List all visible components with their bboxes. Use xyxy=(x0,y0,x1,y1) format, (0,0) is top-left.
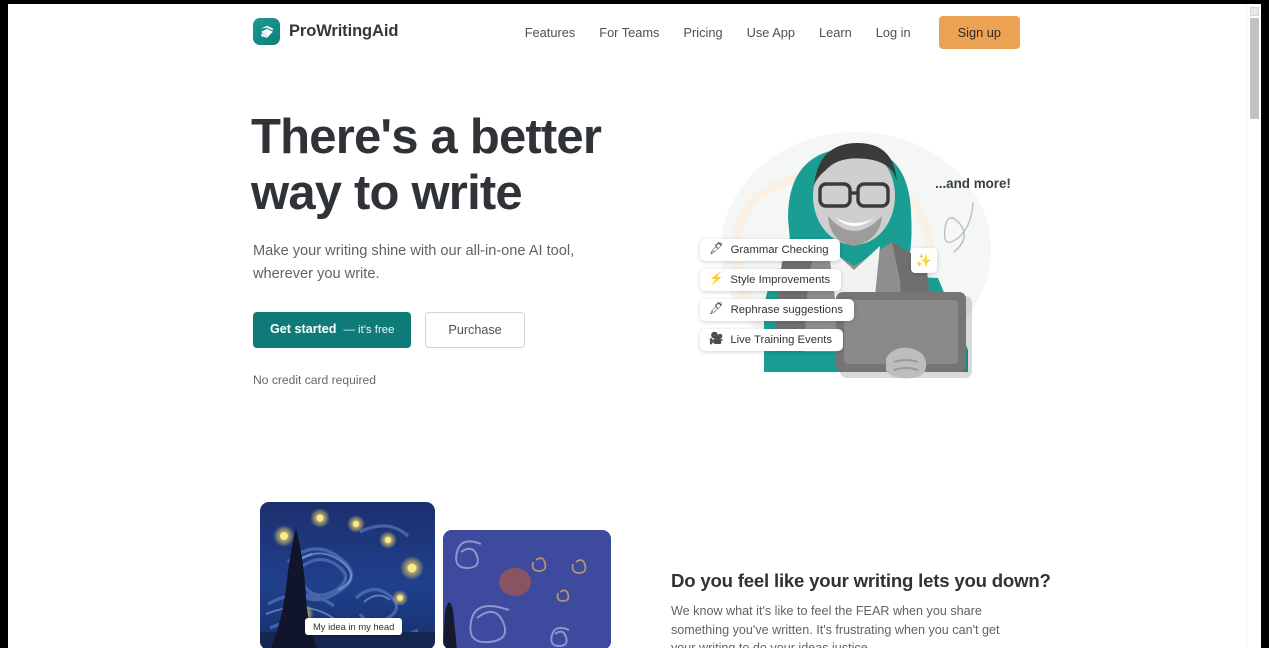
hero-illustration: ...and more! ✨ 🖋 Grammar Checking ⚡ Styl… xyxy=(668,100,1028,400)
main-navigation: Features For Teams Pricing Use App Learn… xyxy=(513,4,1020,60)
and-more-callout: ...and more! xyxy=(935,176,1011,191)
browser-window-frame: ProWritingAid Features For Teams Pricing… xyxy=(0,0,1269,648)
section-body: We know what it's like to feel the FEAR … xyxy=(671,604,1000,648)
section-heading: Do you feel like your writing lets you d… xyxy=(671,570,1051,591)
video-camera-icon: 🎥 xyxy=(709,333,724,346)
nav-log-in[interactable]: Log in xyxy=(864,19,923,46)
nav-learn[interactable]: Learn xyxy=(807,19,864,46)
get-started-button[interactable]: Get started — it's free xyxy=(253,312,412,348)
sparkle-icon: ✨ xyxy=(911,248,937,273)
nav-for-teams[interactable]: For Teams xyxy=(587,19,671,46)
browser-viewport: ProWritingAid Features For Teams Pricing… xyxy=(8,4,1261,648)
lightning-bolt-icon: ⚡ xyxy=(709,273,724,286)
feature-chip-label: Grammar Checking xyxy=(730,244,829,256)
purchase-button[interactable]: Purchase xyxy=(425,312,525,348)
scrollbar-thumb[interactable] xyxy=(1250,18,1259,119)
feature-chip-rephrase-suggestions: 🖊 Rephrase suggestions xyxy=(700,299,855,321)
feature-chip-live-training-events: 🎥 Live Training Events xyxy=(700,329,844,351)
get-started-suffix: — it's free xyxy=(343,324,395,336)
prowritingaid-logo-icon xyxy=(253,18,280,45)
artwork-comparison-cards: My idea in my head xyxy=(260,502,611,648)
magic-wand-icon: 🖊 xyxy=(709,303,724,316)
vertical-scrollbar[interactable] xyxy=(1246,4,1261,648)
scrollbar-up-arrow-icon[interactable] xyxy=(1250,7,1259,16)
feather-pen-icon: 🖋 xyxy=(709,243,724,256)
hero-headline: There's a better way to write xyxy=(251,110,602,220)
hero-subtext: Make your writing shine with our all-in-… xyxy=(253,243,575,282)
feature-chip-label: Rephrase suggestions xyxy=(730,304,844,316)
feature-chip-label: Style Improvements xyxy=(730,274,831,286)
feature-chip-grammar-checking: 🖋 Grammar Checking xyxy=(700,239,840,261)
no-credit-card-note: No credit card required xyxy=(253,373,377,387)
nav-pricing[interactable]: Pricing xyxy=(671,19,734,46)
feature-chip-style-improvements: ⚡ Style Improvements xyxy=(700,269,842,291)
feature-chip-label: Live Training Events xyxy=(730,334,833,346)
sign-up-button[interactable]: Sign up xyxy=(938,15,1020,49)
page-content: ProWritingAid Features For Teams Pricing… xyxy=(8,4,1261,648)
sketch-artwork-card xyxy=(443,530,611,648)
brand-name: ProWritingAid xyxy=(289,22,399,40)
starry-night-caption: My idea in my head xyxy=(305,618,403,635)
site-header: ProWritingAid Features For Teams Pricing… xyxy=(8,4,1261,60)
get-started-label: Get started xyxy=(270,322,337,336)
nav-use-app[interactable]: Use App xyxy=(735,19,807,46)
nav-features[interactable]: Features xyxy=(513,19,588,46)
hero-cta-group: Get started — it's free Purchase xyxy=(253,312,525,348)
brand-logo[interactable]: ProWritingAid xyxy=(253,18,398,45)
